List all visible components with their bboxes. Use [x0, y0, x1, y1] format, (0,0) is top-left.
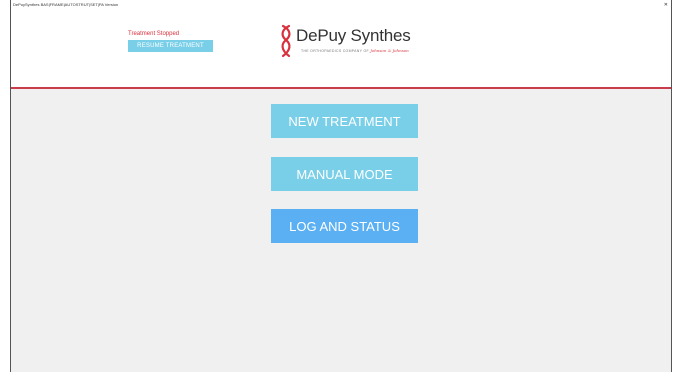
logo-wordmark: DePuy Synthes — [296, 26, 411, 45]
new-treatment-button[interactable]: NEW TREATMENT — [271, 104, 418, 138]
header: Treatment Stopped RESUME TREATMENT DePuy… — [11, 10, 671, 89]
treatment-status-text: Treatment Stopped — [128, 31, 180, 37]
manual-mode-button[interactable]: MANUAL MODE — [271, 157, 418, 191]
window-title: DePuySynthes BAS|FRAME|AUTOSTRUT|SET|PA … — [13, 2, 119, 7]
logo-jnj-brand: Johnson & Johnson — [370, 48, 409, 53]
depuy-synthes-logo: DePuy Synthes THE ORTHOPAEDICS COMPANY O… — [279, 24, 429, 60]
resume-treatment-button[interactable]: RESUME TREATMENT — [128, 40, 213, 52]
logo-tagline-text: THE ORTHOPAEDICS COMPANY OF — [301, 49, 369, 53]
log-and-status-button[interactable]: LOG AND STATUS — [271, 209, 418, 243]
logo-tagline: THE ORTHOPAEDICS COMPANY OF Johnson & Jo… — [301, 48, 409, 53]
logo-ribbon-icon — [281, 24, 291, 58]
close-icon[interactable]: ✕ — [664, 0, 668, 10]
title-bar: DePuySynthes BAS|FRAME|AUTOSTRUT|SET|PA … — [11, 0, 671, 10]
app-window: DePuySynthes BAS|FRAME|AUTOSTRUT|SET|PA … — [10, 0, 672, 372]
